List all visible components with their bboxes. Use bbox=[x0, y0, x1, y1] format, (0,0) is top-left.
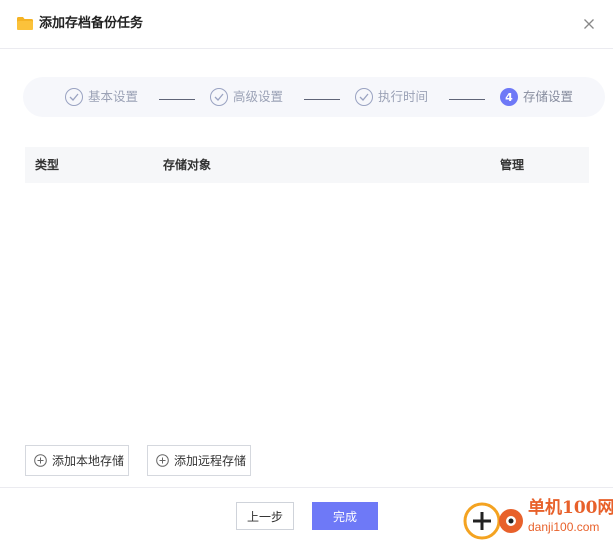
watermark-logo: 单机100网 danji100.com bbox=[462, 497, 613, 542]
step-storage-settings[interactable]: 4 存储设置 bbox=[500, 88, 573, 106]
close-icon[interactable] bbox=[580, 15, 598, 33]
step-label: 执行时间 bbox=[378, 89, 429, 104]
add-local-storage-button[interactable]: 添加本地存储 bbox=[25, 445, 129, 476]
add-local-storage-label: 添加本地存储 bbox=[52, 454, 125, 468]
watermark-brand: 单机100网 bbox=[528, 498, 613, 518]
folder-icon bbox=[17, 17, 33, 30]
step-number-badge: 4 bbox=[500, 88, 518, 106]
wizard-steps: 基本设置 高级设置 执行时间 4 存储设置 bbox=[23, 77, 605, 117]
column-header-manage: 管理 bbox=[500, 158, 525, 172]
finish-button[interactable]: 完成 bbox=[312, 502, 378, 530]
step-advanced-settings[interactable]: 高级设置 bbox=[210, 88, 283, 106]
step-connector bbox=[304, 99, 340, 100]
check-icon bbox=[65, 88, 83, 106]
dialog-titlebar: 添加存档备份任务 bbox=[0, 0, 613, 49]
step-label: 存储设置 bbox=[523, 89, 574, 104]
add-remote-storage-label: 添加远程存储 bbox=[174, 454, 247, 468]
column-header-storage-target: 存储对象 bbox=[163, 158, 212, 172]
step-execution-time[interactable]: 执行时间 bbox=[355, 88, 428, 106]
step-connector bbox=[449, 99, 485, 100]
plus-circle-icon bbox=[156, 454, 169, 467]
check-icon bbox=[355, 88, 373, 106]
step-label: 基本设置 bbox=[88, 89, 139, 104]
footer-divider bbox=[0, 487, 613, 488]
previous-step-button[interactable]: 上一步 bbox=[236, 502, 294, 530]
storage-table-header: 类型 存储对象 管理 bbox=[25, 147, 589, 183]
step-basic-settings[interactable]: 基本设置 bbox=[65, 88, 138, 106]
plus-circle-icon bbox=[34, 454, 47, 467]
add-remote-storage-button[interactable]: 添加远程存储 bbox=[147, 445, 251, 476]
step-label: 高级设置 bbox=[233, 89, 284, 104]
watermark-emblem-icon bbox=[463, 502, 523, 540]
watermark-url: danji100.com bbox=[528, 520, 600, 534]
dialog-title: 添加存档备份任务 bbox=[39, 16, 144, 31]
column-header-type: 类型 bbox=[35, 158, 60, 172]
step-connector bbox=[159, 99, 195, 100]
check-icon bbox=[210, 88, 228, 106]
